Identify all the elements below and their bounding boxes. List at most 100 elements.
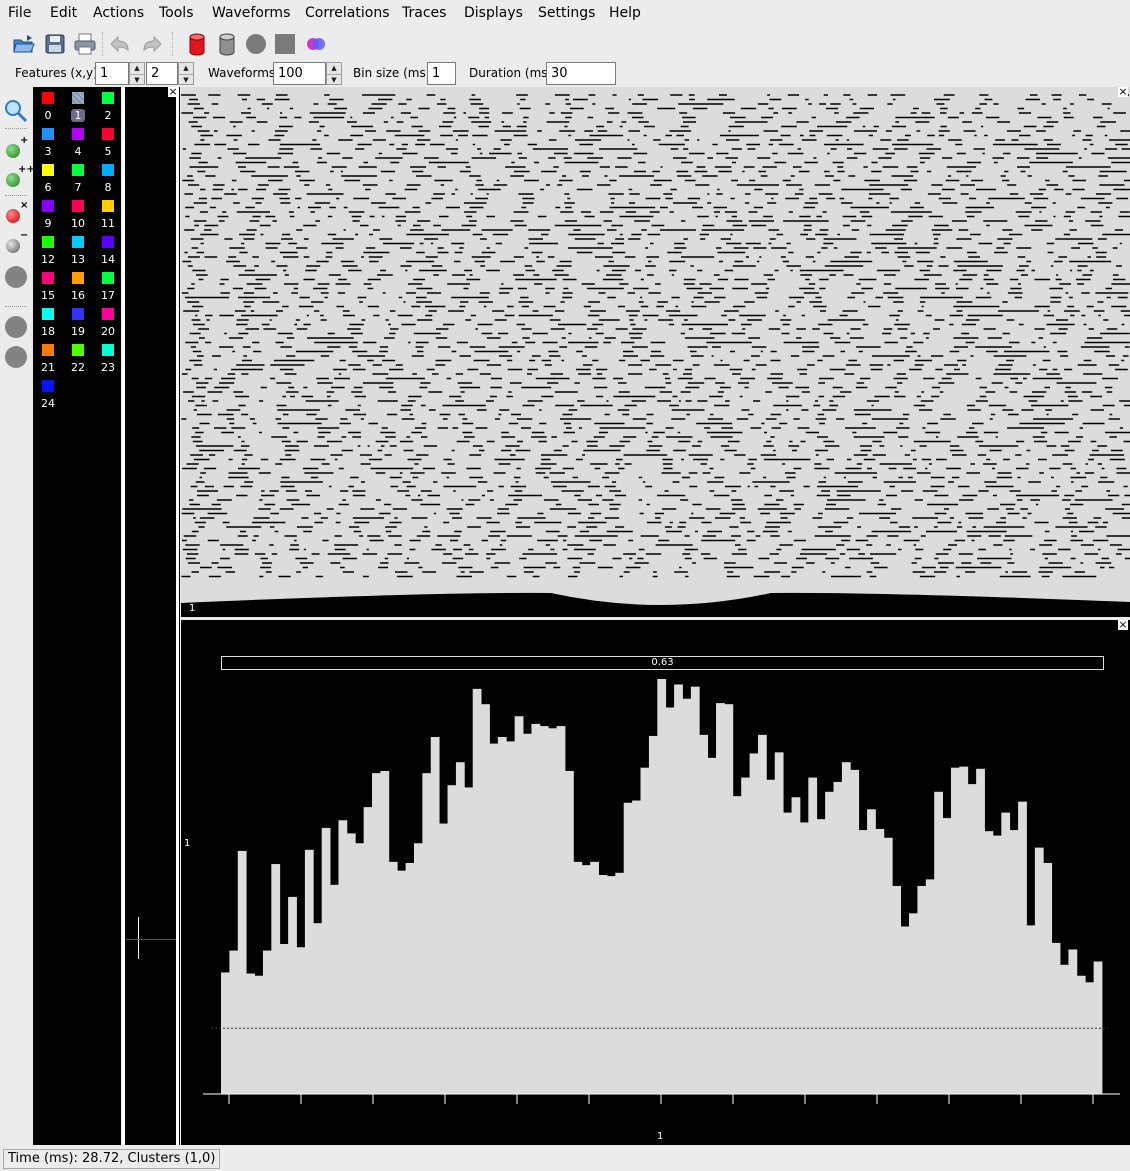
feature-y-input[interactable]: 2	[146, 62, 178, 85]
delete-artifact-tool[interactable]: −	[3, 230, 29, 258]
new-cluster-tool[interactable]: +	[3, 135, 29, 163]
cluster-item[interactable]: 12	[34, 233, 62, 269]
gray-ball-icon	[6, 239, 20, 253]
menu-tools[interactable]: Tools	[159, 5, 194, 21]
merge-clusters-icon[interactable]	[303, 31, 329, 57]
cluster-item[interactable]: 18	[34, 305, 62, 341]
correlogram-bar	[548, 728, 558, 1094]
cluster-item[interactable]: 2	[94, 89, 122, 125]
raster-plot[interactable]	[181, 87, 1130, 617]
open-folder-icon[interactable]	[11, 31, 37, 57]
waveforms-input[interactable]: 100	[273, 62, 326, 85]
spin-up-icon[interactable]: ▲	[179, 63, 193, 74]
correlogram-bar	[1034, 847, 1044, 1095]
cluster-color-swatch	[102, 308, 114, 320]
close-icon[interactable]: ×	[1118, 620, 1128, 630]
menu-settings[interactable]: Settings	[538, 5, 595, 21]
correlogram-bar	[355, 843, 365, 1094]
green-ball-icon	[6, 173, 20, 187]
menu-displays[interactable]: Displays	[464, 5, 523, 21]
cluster-color-swatch	[102, 200, 114, 212]
raster-spikes	[181, 94, 1130, 578]
duration-input[interactable]: 30	[546, 62, 616, 85]
correlogram-bar	[850, 769, 860, 1094]
cluster-item[interactable]: 3	[34, 125, 62, 161]
cluster-item[interactable]: 7	[64, 161, 92, 197]
cluster-item[interactable]: 13	[64, 233, 92, 269]
cluster-item[interactable]: 16	[64, 269, 92, 305]
cluster-item[interactable]: 5	[94, 125, 122, 161]
new-clusters-tool[interactable]: ++	[3, 164, 35, 192]
cluster-item[interactable]: 0	[34, 89, 62, 125]
cluster-item[interactable]: 22	[64, 341, 92, 377]
spin-down-icon[interactable]: ▼	[179, 73, 193, 85]
cluster-color-swatch	[42, 272, 54, 284]
cluster-id-label: 20	[101, 325, 115, 338]
cluster-item[interactable]: 4	[64, 125, 92, 161]
spin-up-icon[interactable]: ▲	[327, 63, 341, 74]
save-icon[interactable]	[42, 31, 68, 57]
waveforms-spinner[interactable]: ▲ ▼	[326, 62, 342, 85]
correlogram-bar	[648, 735, 658, 1094]
delete-noise-tool[interactable]: ×	[3, 200, 29, 228]
cluster-item[interactable]: 6	[34, 161, 62, 197]
select-time-tool[interactable]	[3, 264, 29, 290]
cluster-color-swatch	[42, 380, 54, 392]
cluster-item[interactable]: 15	[34, 269, 62, 305]
cluster-item[interactable]: 17	[94, 269, 122, 305]
binsize-label: Bin size (ms)	[353, 66, 431, 80]
redo-icon[interactable]	[138, 31, 164, 57]
spin-up-icon[interactable]: ▲	[130, 63, 144, 74]
correlogram-bar	[858, 830, 868, 1094]
feature-y-spinner[interactable]: ▲ ▼	[178, 62, 194, 85]
panel-border	[176, 87, 179, 1145]
cluster-item[interactable]: 9	[34, 197, 62, 233]
binsize-input[interactable]: 1	[427, 62, 456, 85]
print-icon[interactable]	[72, 31, 98, 57]
cluster-item[interactable]: 11	[94, 197, 122, 233]
feature-x-spinner[interactable]: ▲ ▼	[129, 62, 145, 85]
gray-square-icon[interactable]	[272, 31, 298, 57]
cluster-item[interactable]: 20	[94, 305, 122, 341]
left-tool-column: + ++ × −	[0, 92, 35, 1146]
cluster-item[interactable]: 24	[34, 377, 62, 413]
cluster-item[interactable]: 21	[34, 341, 62, 377]
close-icon[interactable]: ×	[168, 86, 178, 97]
cluster-item[interactable]: 14	[94, 233, 122, 269]
correlogram-plot[interactable]	[181, 620, 1130, 1145]
spin-down-icon[interactable]: ▼	[327, 73, 341, 85]
cluster-item[interactable]: 8	[94, 161, 122, 197]
correlogram-bar	[229, 950, 239, 1094]
spin-down-icon[interactable]: ▼	[130, 73, 144, 85]
gray-circle-icon[interactable]	[243, 31, 269, 57]
correlogram-bar	[439, 823, 448, 1094]
cluster-color-swatch	[72, 128, 84, 140]
menu-help[interactable]: Help	[609, 5, 641, 21]
correlogram-bar	[288, 896, 297, 1094]
gray-database-icon[interactable]	[214, 31, 240, 57]
draw-time-line-tool[interactable]	[3, 314, 29, 340]
cluster-item[interactable]: 1	[64, 89, 92, 125]
menu-edit[interactable]: Edit	[50, 5, 77, 21]
correlogram-bar	[313, 923, 323, 1094]
correlogram-bar	[380, 770, 390, 1094]
cluster-item[interactable]: 19	[64, 305, 92, 341]
undo-icon[interactable]	[108, 31, 134, 57]
menu-correlations[interactable]: Correlations	[305, 5, 390, 21]
feature-x-input[interactable]: 1	[95, 62, 129, 85]
close-icon[interactable]: ×	[1118, 87, 1128, 97]
menu-traces[interactable]: Traces	[402, 5, 446, 21]
zoom-icon[interactable]	[3, 98, 29, 124]
cluster-item[interactable]: 10	[64, 197, 92, 233]
delete-time-line-tool[interactable]	[3, 344, 29, 370]
correlogram-bar	[346, 833, 356, 1094]
cluster-item[interactable]: 23	[94, 341, 122, 377]
cluster-id-label: 10	[71, 217, 85, 230]
red-database-icon[interactable]	[184, 31, 210, 57]
menu-waveforms[interactable]: Waveforms	[212, 5, 290, 21]
menu-file[interactable]: File	[8, 5, 31, 21]
correlogram-bar	[774, 752, 784, 1094]
correlogram-bar	[581, 865, 591, 1094]
menu-actions[interactable]: Actions	[93, 5, 144, 21]
cluster-color-swatch	[72, 200, 84, 212]
